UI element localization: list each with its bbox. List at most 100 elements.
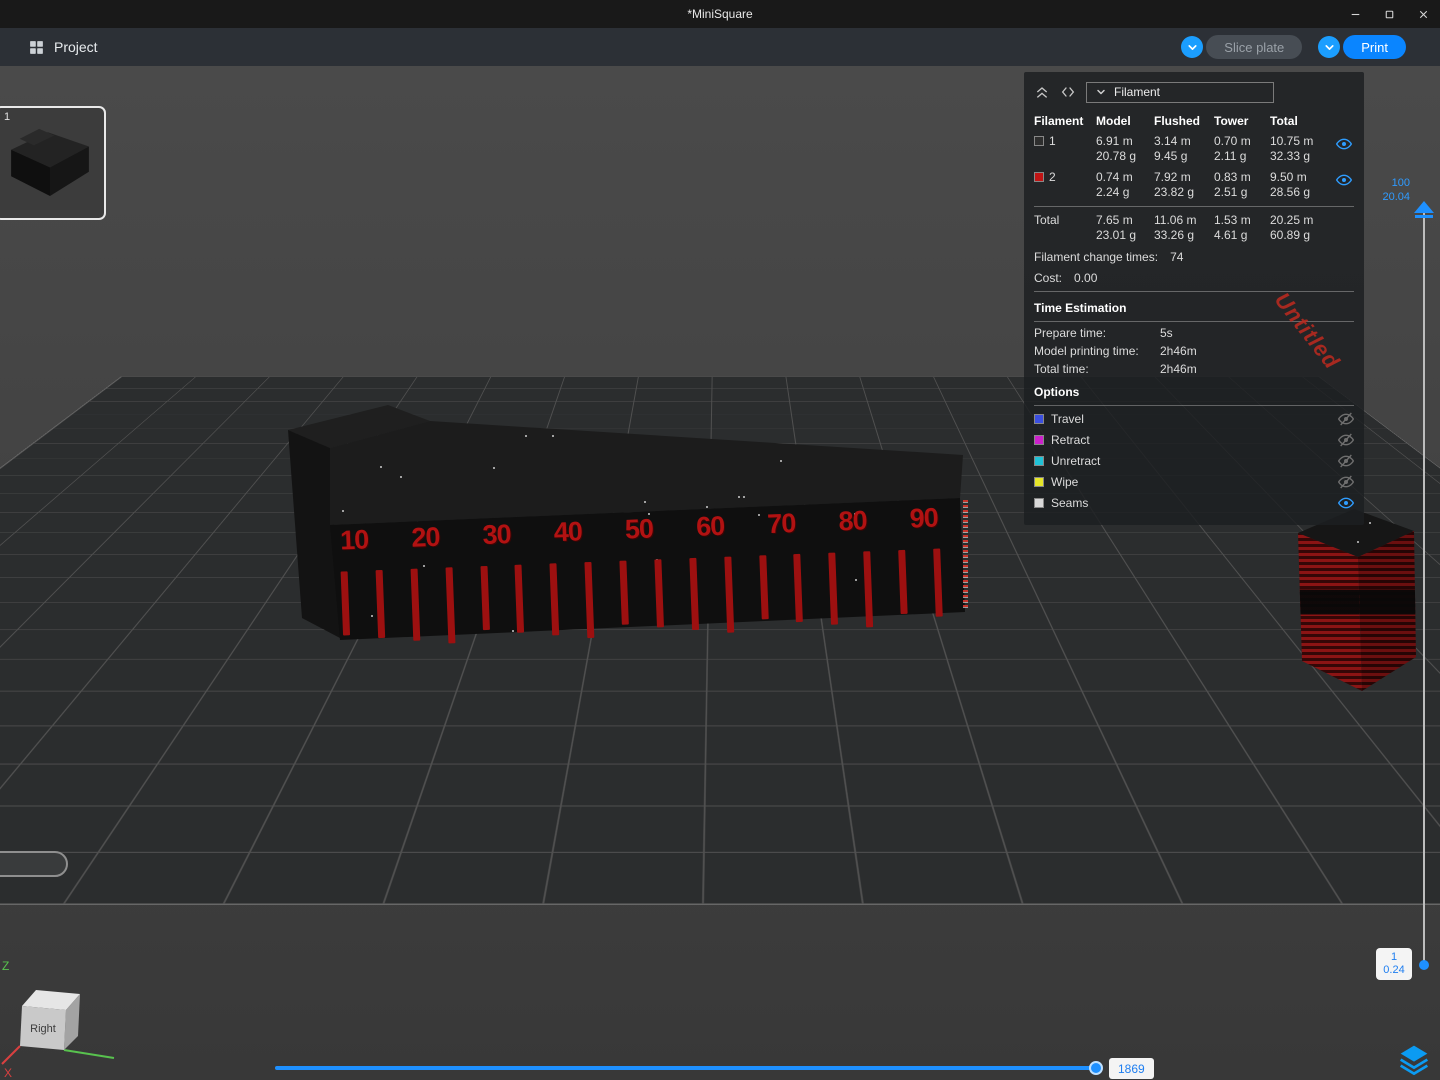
plate-handle-tab[interactable] [0, 851, 68, 877]
maximize-icon [1383, 8, 1396, 21]
filament-color-swatch [1034, 136, 1044, 146]
calibration-bar [828, 553, 838, 625]
seams-eye-icon[interactable] [1338, 495, 1354, 511]
seam-dot [279, 415, 281, 417]
sliced-model[interactable]: 102030405060708090 [278, 398, 978, 650]
filament-color-swatch [1034, 172, 1044, 182]
filament-1-eye-icon[interactable] [1336, 136, 1352, 152]
view-type-value: Filament [1114, 85, 1160, 99]
print-dropdown-button[interactable] [1318, 36, 1340, 58]
seam-dot [297, 644, 299, 646]
calibration-bar [724, 557, 734, 633]
calibration-bar [898, 550, 907, 614]
seam-dot [563, 425, 565, 427]
calibration-bar [759, 555, 768, 619]
layer-slider-top-value: 100 20.04 [1366, 176, 1410, 204]
prime-tower[interactable] [1296, 505, 1420, 697]
gizmo-z-axis-label: Z [2, 959, 9, 973]
seam-dot [281, 537, 283, 539]
unretract-color-swatch [1034, 456, 1044, 466]
print-button[interactable]: Print [1343, 35, 1406, 59]
move-slider-track[interactable] [275, 1066, 1100, 1070]
seam-dot [544, 425, 546, 427]
options-title: Options [1034, 385, 1354, 399]
close-icon [1417, 8, 1430, 21]
seam-dot [738, 496, 740, 498]
panel-header: Filament [1034, 80, 1354, 104]
calibration-bar [410, 569, 420, 641]
view-type-dropdown[interactable]: Filament [1086, 82, 1274, 103]
collapse-panel-icon[interactable] [1034, 84, 1050, 100]
seam-dot [812, 405, 814, 407]
seam-dot [975, 531, 977, 533]
col-tower: Tower [1214, 114, 1270, 128]
total-time-row: Total time:2h46m [1034, 362, 1354, 376]
filament-row-1: 1 6.91 m20.78 g 3.14 m9.45 g 0.70 m2.11 … [1034, 134, 1354, 164]
option-row-unretract: Unretract [1034, 450, 1354, 471]
project-label: Project [54, 39, 98, 55]
plate-thumbnail[interactable]: 1 [0, 106, 106, 220]
layer-slider-bottom-handle[interactable] [1419, 960, 1429, 970]
seam-dot [380, 466, 382, 468]
seam-dot [493, 467, 495, 469]
filament-change-times: Filament change times: 74 [1034, 250, 1354, 264]
seam-dot [930, 435, 932, 437]
minimize-button[interactable] [1338, 0, 1372, 28]
col-total: Total [1270, 114, 1336, 128]
seam-dot [1317, 694, 1319, 696]
filament-panel: Filament Filament Model Flushed Tower To… [1024, 72, 1364, 525]
seam-dot [813, 442, 815, 444]
seam-dot [644, 501, 646, 503]
seam-dot [647, 405, 649, 407]
calibration-bar [794, 554, 804, 622]
seam-dot [289, 518, 291, 520]
move-slider-handle[interactable] [1089, 1061, 1103, 1075]
seams-color-swatch [1034, 498, 1044, 508]
option-label: Unretract [1051, 454, 1100, 468]
model-number: 30 [482, 519, 511, 551]
model-number: 70 [767, 508, 796, 540]
unretract-eye-icon[interactable] [1338, 453, 1354, 469]
retract-eye-icon[interactable] [1338, 432, 1354, 448]
option-label: Retract [1051, 433, 1090, 447]
orientation-gizmo[interactable]: Right Z X [0, 958, 130, 1080]
slice-dropdown-button[interactable] [1181, 36, 1203, 58]
seam-dot [1369, 522, 1371, 524]
chevron-down-icon [1186, 41, 1199, 54]
filament-row-2: 2 0.74 m2.24 g 7.92 m23.82 g 0.83 m2.51 … [1034, 170, 1354, 200]
model-number: 50 [624, 513, 653, 545]
seam-dot [342, 510, 344, 512]
col-filament: Filament [1034, 114, 1096, 128]
window-title: *MiniSquare [687, 7, 752, 21]
layer-slider-track[interactable] [1423, 204, 1425, 966]
option-label: Travel [1051, 412, 1084, 426]
calibration-bar [550, 563, 560, 635]
title-bar: *MiniSquare [0, 0, 1440, 28]
filament-2-eye-icon[interactable] [1336, 172, 1352, 188]
window-controls [1338, 0, 1440, 28]
thumbnail-index: 1 [4, 111, 10, 123]
project-button[interactable]: Project [28, 39, 98, 56]
calibration-bar [619, 561, 628, 625]
calibration-bar [689, 558, 699, 630]
gizmo-face-label: Right [30, 1023, 56, 1035]
seam-dot [637, 414, 639, 416]
gcode-window-icon[interactable] [1060, 84, 1076, 100]
option-row-retract: Retract [1034, 429, 1354, 450]
wipe-color-swatch [1034, 477, 1044, 487]
travel-eye-icon[interactable] [1338, 411, 1354, 427]
slice-plate-button[interactable]: Slice plate [1206, 35, 1302, 59]
filament-table-header: Filament Model Flushed Tower Total [1034, 114, 1354, 128]
wipe-eye-icon[interactable] [1338, 474, 1354, 490]
chevron-down-icon [1323, 41, 1336, 54]
layer-slider-top-handle-bar[interactable] [1415, 215, 1433, 218]
close-button[interactable] [1406, 0, 1440, 28]
calibration-bar [445, 567, 455, 643]
layer-slider-top-handle[interactable] [1414, 201, 1434, 213]
maximize-button[interactable] [1372, 0, 1406, 28]
calibration-bar [480, 566, 489, 630]
option-row-seams: Seams [1034, 492, 1354, 513]
chevron-down-icon [1095, 86, 1107, 98]
seam-dot [720, 437, 722, 439]
layers-view-button[interactable] [1396, 1042, 1432, 1078]
